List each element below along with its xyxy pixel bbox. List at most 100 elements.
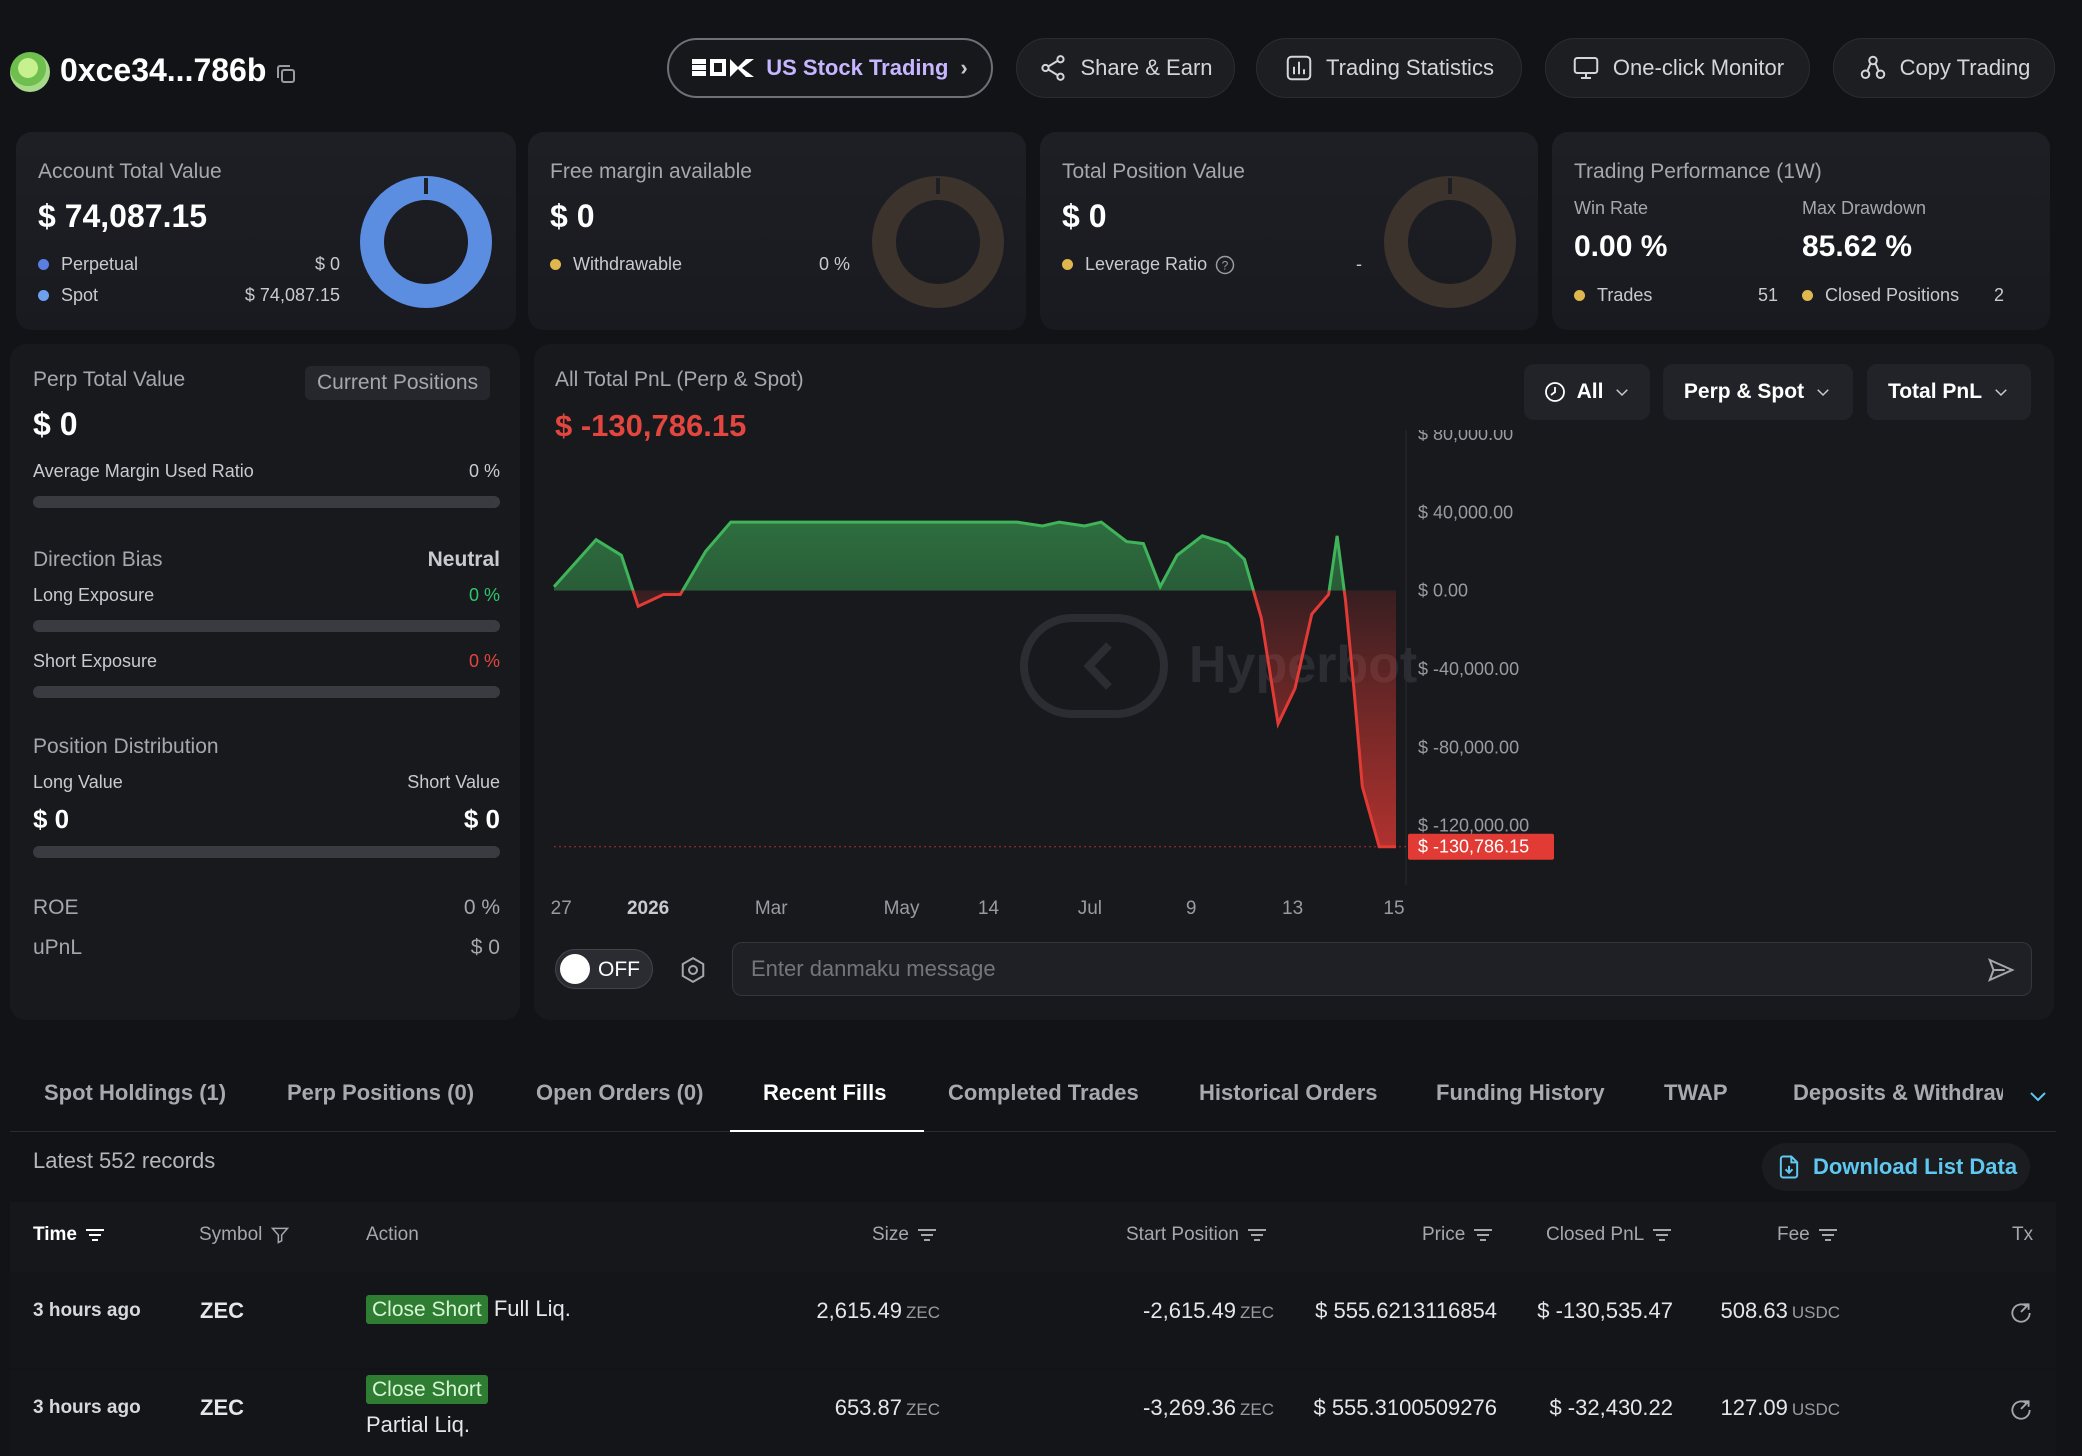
records-count: Latest 552 records (33, 1148, 216, 1173)
row-size: 2,615.49 ZEC (816, 1298, 940, 1323)
row-size: 653.87 ZEC (834, 1395, 940, 1420)
closed-dot-icon (1802, 290, 1813, 301)
long-value: $ 0 (33, 804, 70, 834)
send-icon[interactable] (1985, 955, 2017, 985)
tab-deposits-withdraw[interactable]: Deposits & Withdraw (1793, 1080, 2003, 1106)
download-label: Download List Data (1812, 1154, 2018, 1179)
position-distribution-label: Position Distribution (33, 735, 219, 758)
leverage-legend: Leverage Ratio ? (1062, 254, 1235, 275)
col-symbol-label: Symbol (199, 1224, 263, 1245)
win-rate-label: Win Rate (1574, 198, 1649, 218)
tab-funding-history[interactable]: Funding History (1436, 1080, 1605, 1106)
danmaku-input[interactable] (751, 943, 1951, 995)
pnl-title: All Total PnL (Perp & Spot) (555, 368, 804, 391)
external-link-icon[interactable] (2008, 1300, 2034, 1326)
scope-dropdown[interactable]: Perp & Spot (1663, 364, 1853, 420)
table-header (10, 1202, 2056, 1272)
copy-icon[interactable] (274, 62, 298, 86)
row-price: $ 555.6213116854 (1315, 1298, 1497, 1323)
row-start-position: -3,269.36 ZEC (1143, 1395, 1274, 1420)
perpetual-legend: Perpetual (38, 254, 138, 275)
spot-legend: Spot (38, 285, 98, 306)
spot-value: $ 74,087.15 (244, 285, 340, 305)
tab-spot-holdings[interactable]: Spot Holdings (1) (44, 1080, 226, 1106)
copy-trading-button[interactable]: Copy Trading (1833, 38, 2055, 98)
row-symbol[interactable]: ZEC (200, 1298, 244, 1324)
card-title: Trading Performance (1W) (1574, 160, 1822, 183)
short-exposure-label: Short Exposure (33, 651, 158, 671)
tab-historical-orders[interactable]: Historical Orders (1199, 1080, 1378, 1106)
svg-text:?: ? (1222, 258, 1229, 272)
col-closed-pnl[interactable]: Closed PnL (1546, 1224, 1672, 1246)
tab-completed-trades[interactable]: Completed Trades (948, 1080, 1139, 1106)
trades-dot-icon (1574, 290, 1585, 301)
roe-label: ROE (33, 896, 79, 919)
danmaku-input-box (732, 942, 2032, 996)
col-size[interactable]: Size (872, 1224, 937, 1246)
sort-icon (1474, 1229, 1493, 1241)
us-stock-trading-label: US Stock Trading (766, 55, 949, 80)
col-symbol[interactable]: Symbol (199, 1224, 290, 1246)
row-closed-pnl: $ -32,430.22 (1549, 1395, 1673, 1420)
external-link-icon[interactable] (2008, 1397, 2034, 1423)
chevron-down-icon (1616, 389, 1629, 397)
tab-open-orders[interactable]: Open Orders (0) (536, 1080, 703, 1106)
toggle-knob (560, 954, 590, 984)
position-donut-chart (1384, 176, 1516, 308)
row-closed-pnl: $ -130,535.47 (1537, 1298, 1673, 1323)
current-positions-button[interactable]: Current Positions (305, 366, 491, 400)
tab-recent-fills[interactable]: Recent Fills (763, 1080, 886, 1106)
card-title: Total Position Value (1062, 160, 1245, 183)
col-tx: Tx (2012, 1224, 2034, 1245)
trading-statistics-button[interactable]: Trading Statistics (1256, 38, 1522, 98)
margin-used-label: Average Margin Used Ratio (33, 461, 254, 481)
long-value-label: Long Value (33, 772, 123, 792)
danmaku-toggle[interactable]: OFF (555, 949, 653, 989)
us-stock-trading-button[interactable]: US Stock Trading › (667, 38, 993, 98)
chevron-down-icon (1817, 389, 1829, 397)
x-tick-label: 13 (1282, 898, 1303, 919)
help-icon[interactable]: ? (1215, 255, 1235, 275)
short-value-label: Short Value (407, 772, 500, 792)
one-click-monitor-button[interactable]: One-click Monitor (1545, 38, 1810, 98)
perp-total-value: $ 0 (33, 406, 78, 442)
metric-value: Total PnL (1887, 380, 1983, 403)
download-list-button[interactable]: Download List Data (1762, 1143, 2030, 1191)
perpetual-dot-icon (38, 259, 49, 270)
avatar (10, 52, 50, 92)
col-action: Action (366, 1224, 419, 1245)
share-earn-button[interactable]: Share & Earn (1016, 38, 1235, 98)
row-action: Close Short Full Liq. (366, 1295, 571, 1324)
card-title: Account Total Value (38, 160, 222, 183)
range-dropdown[interactable]: All (1524, 364, 1650, 420)
tab-perp-positions[interactable]: Perp Positions (0) (287, 1080, 474, 1106)
share-earn-label: Share & Earn (1080, 55, 1213, 80)
col-price-label: Price (1422, 1224, 1466, 1245)
chevron-down-icon[interactable] (2026, 1084, 2050, 1108)
copy-trading-icon (1860, 55, 1885, 79)
max-drawdown-value: 85.62 % (1802, 230, 1913, 263)
settings-icon[interactable] (678, 955, 708, 985)
trading-performance-card: Trading Performance (1W) Win Rate 0.00 %… (1552, 132, 2050, 330)
row-action-tag: Close Short (366, 1375, 488, 1404)
row-symbol[interactable]: ZEC (200, 1395, 244, 1421)
row-price: $ 555.3100509276 (1313, 1395, 1497, 1420)
row-fee: 127.09 USDC (1720, 1395, 1840, 1420)
y-tick-label: $ 0.00 (1418, 581, 1468, 601)
leverage-value: - (1356, 254, 1362, 274)
col-price[interactable]: Price (1422, 1224, 1493, 1246)
x-tick-label: 27 (551, 898, 572, 919)
account-total-value: $ 74,087.15 (38, 198, 208, 234)
sort-icon (1653, 1229, 1672, 1241)
y-tick-label: $ -80,000.00 (1418, 737, 1519, 757)
direction-bias-value: Neutral (427, 548, 500, 571)
col-start-position[interactable]: Start Position (1126, 1224, 1267, 1246)
y-tick-label: $ 80,000.00 (1418, 430, 1513, 444)
col-time[interactable]: Time (33, 1224, 105, 1246)
col-fee[interactable]: Fee (1777, 1224, 1838, 1246)
col-fee-label: Fee (1777, 1224, 1810, 1245)
metric-dropdown[interactable]: Total PnL (1867, 364, 2031, 420)
tab-twap[interactable]: TWAP (1664, 1080, 1728, 1106)
x-tick-label: 15 (1383, 898, 1404, 919)
upnl-value: $ 0 (470, 936, 500, 959)
